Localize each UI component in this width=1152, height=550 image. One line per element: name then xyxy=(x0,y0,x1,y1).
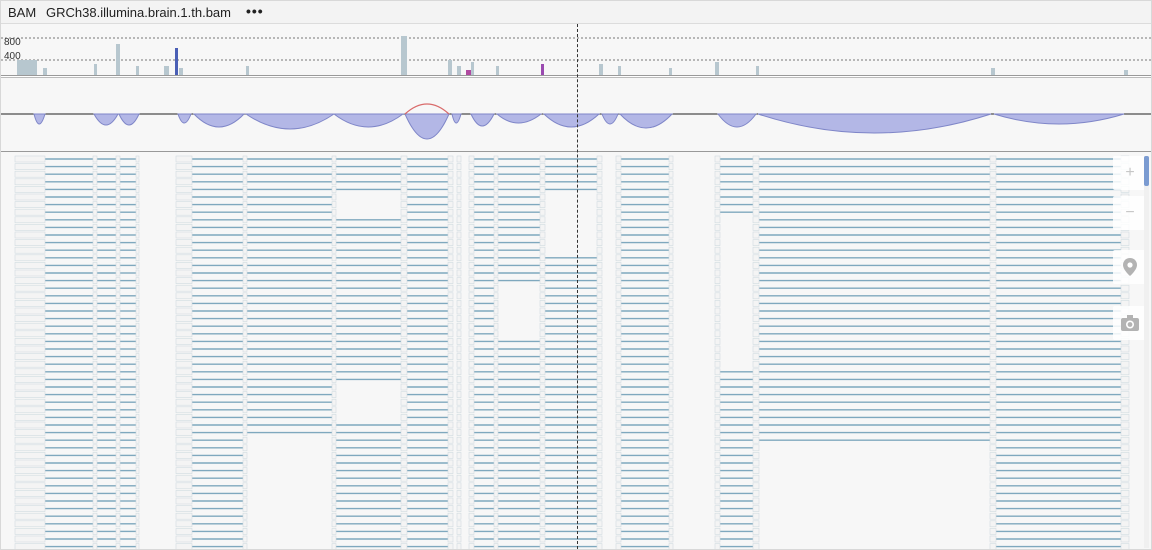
junction-highlight-arc xyxy=(404,103,450,115)
read-row xyxy=(14,474,1130,482)
read-row xyxy=(14,505,1130,512)
zoom-out-button[interactable]: − xyxy=(1113,196,1147,230)
read-row xyxy=(14,421,1130,429)
read-row xyxy=(14,246,1130,254)
read-row xyxy=(14,163,1130,170)
coverage-scale-800: 800 xyxy=(4,37,21,48)
zoom-in-button[interactable]: + xyxy=(1113,156,1147,190)
read-row xyxy=(14,269,1130,277)
read-row xyxy=(14,262,1130,269)
read-row xyxy=(14,512,1130,520)
track-type-label: BAM xyxy=(8,5,37,20)
read-row xyxy=(14,292,1130,300)
read-row xyxy=(14,459,1130,467)
alignment-track[interactable] xyxy=(1,151,1151,549)
read-row xyxy=(14,429,1130,436)
coverage-track[interactable]: 800 400 xyxy=(1,24,1151,76)
read-row xyxy=(14,300,1130,307)
read-row xyxy=(14,216,1130,224)
read-row xyxy=(14,254,1130,262)
read-row xyxy=(14,444,1130,452)
read-row xyxy=(14,497,1130,505)
read-row xyxy=(14,231,1130,239)
read-row xyxy=(14,490,1130,497)
igv-viewer: BAM GRCh38.illumina.brain.1.th.bam ••• 8… xyxy=(0,0,1152,550)
read-row xyxy=(14,239,1130,246)
read-row xyxy=(14,414,1130,421)
track-name[interactable]: GRCh38.illumina.brain.1.th.bam xyxy=(46,5,231,20)
read-row xyxy=(14,155,1130,163)
minus-icon: − xyxy=(1125,204,1135,221)
camera-icon xyxy=(1121,315,1139,331)
read-row xyxy=(14,391,1130,398)
read-row xyxy=(14,170,1130,178)
track-header: BAM GRCh38.illumina.brain.1.th.bam ••• xyxy=(1,1,1151,24)
coverage-scale-400: 400 xyxy=(4,51,21,62)
read-row xyxy=(14,315,1130,322)
center-guide-line xyxy=(577,24,578,549)
vertical-scrollbar[interactable] xyxy=(1144,156,1149,548)
read-row xyxy=(14,345,1130,353)
plus-icon: + xyxy=(1125,164,1135,181)
read-row xyxy=(14,201,1130,208)
read-row xyxy=(14,436,1130,444)
read-row xyxy=(14,452,1130,459)
read-row xyxy=(14,224,1130,231)
read-row xyxy=(14,376,1130,383)
locate-button[interactable] xyxy=(1113,250,1147,284)
map-pin-icon xyxy=(1123,258,1137,276)
read-row xyxy=(14,520,1130,528)
snapshot-button[interactable] xyxy=(1113,306,1147,340)
read-row xyxy=(14,208,1130,216)
read-row xyxy=(14,398,1130,406)
read-row xyxy=(14,543,1130,549)
coverage-plot xyxy=(1,36,1151,76)
read-row xyxy=(14,353,1130,360)
read-row xyxy=(14,383,1130,391)
read-row xyxy=(14,360,1130,368)
scrollbar-thumb[interactable] xyxy=(1144,156,1149,186)
read-row xyxy=(14,467,1130,474)
read-row xyxy=(14,528,1130,535)
read-row xyxy=(14,178,1130,186)
read-row xyxy=(14,368,1130,376)
read-row xyxy=(14,338,1130,345)
read-alignments xyxy=(14,155,1130,549)
read-row xyxy=(14,284,1130,292)
read-row xyxy=(14,186,1130,193)
read-row xyxy=(14,307,1130,315)
read-row xyxy=(14,535,1130,543)
read-row xyxy=(14,277,1130,284)
splice-junction-plot xyxy=(1,103,1151,140)
read-row xyxy=(14,193,1130,201)
read-row xyxy=(14,322,1130,330)
read-row xyxy=(14,482,1130,490)
junction-arcs xyxy=(33,113,1125,140)
coverage-bars xyxy=(17,36,1128,76)
read-row xyxy=(14,330,1130,338)
read-row xyxy=(14,406,1130,414)
track-menu-button[interactable]: ••• xyxy=(246,3,264,19)
splice-junction-track[interactable] xyxy=(1,77,1151,152)
viewer-toolbar: + − xyxy=(1113,156,1147,346)
